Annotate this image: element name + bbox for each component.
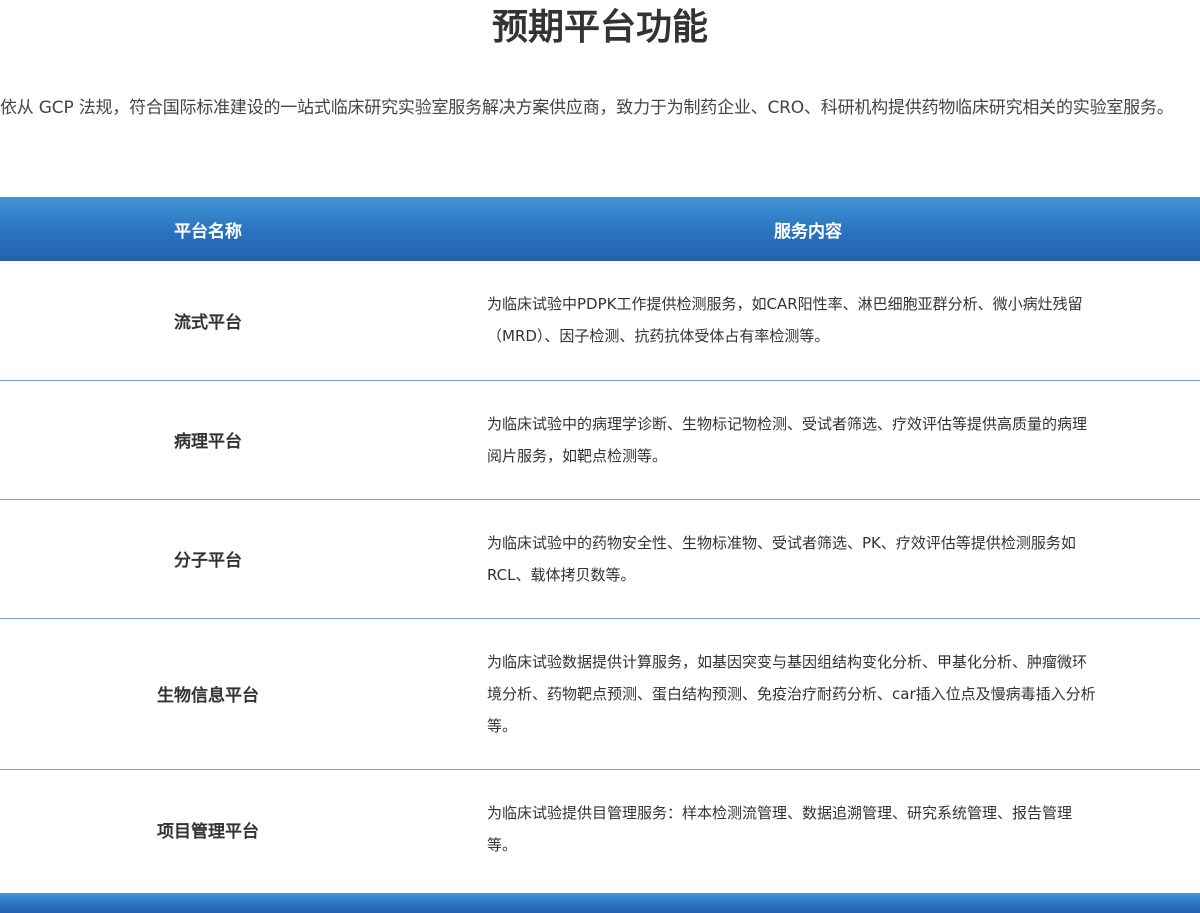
table-header: 平台名称 服务内容 [0,197,1200,261]
service-content: 为临床试验中的病理学诊断、生物标记物检测、受试者筛选、疗效评估等提供高质量的病理… [487,414,1088,465]
header-service-content: 服务内容 [774,221,842,242]
header-platform-name: 平台名称 [174,221,242,242]
platform-name: 流式平台 [174,312,242,333]
service-content: 为临床试验中的药物安全性、生物标准物、受试者筛选、PK、疗效评估等提供检测服务如… [487,533,1076,584]
table-row: 病理平台 为临床试验中的病理学诊断、生物标记物检测、受试者筛选、疗效评估等提供高… [0,380,1200,499]
table-header-row: 平台名称 服务内容 [0,197,1200,261]
platform-name: 生物信息平台 [157,686,259,706]
page-title: 预期平台功能 [491,7,708,48]
table-row: 生物信息平台 为临床试验数据提供计算服务，如基因突变与基因组结构变化分析、甲基化… [0,618,1200,769]
table-body: 流式平台 为临床试验中PDPK工作提供检测服务，如CAR阳性率、淋巴细胞亚群分析… [0,261,1200,889]
service-content: 为临床试验数据提供计算服务，如基因突变与基因组结构变化分析、甲基化分析、肿瘤微环… [487,652,1096,735]
platform-name: 病理平台 [174,432,242,452]
service-content: 为临床试验提供目管理服务：样本检测流管理、数据追溯管理、研究系统管理、报告管理等… [487,804,1073,855]
table-row: 项目管理平台 为临床试验提供目管理服务：样本检测流管理、数据追溯管理、研究系统管… [0,769,1200,889]
table-row: 流式平台 为临床试验中PDPK工作提供检测服务，如CAR阳性率、淋巴细胞亚群分析… [0,261,1200,380]
platform-name: 项目管理平台 [157,821,259,842]
table-row: 分子平台 为临床试验中的药物安全性、生物标准物、受试者筛选、PK、疗效评估等提供… [0,499,1200,618]
service-content: 为临床试验中PDPK工作提供检测服务，如CAR阳性率、淋巴细胞亚群分析、微小病灶… [487,295,1083,346]
table-footer-bar [0,893,1200,913]
platform-table: 平台名称 服务内容 流式平台 为临床试验中PDPK工作提供检测服务，如CAR阳性… [0,197,1200,889]
intro-paragraph: 依从 GCP 法规，符合国际标准建设的一站式临床研究实验室服务解决方案供应商，致… [0,98,1174,118]
platform-name: 分子平台 [174,551,242,571]
